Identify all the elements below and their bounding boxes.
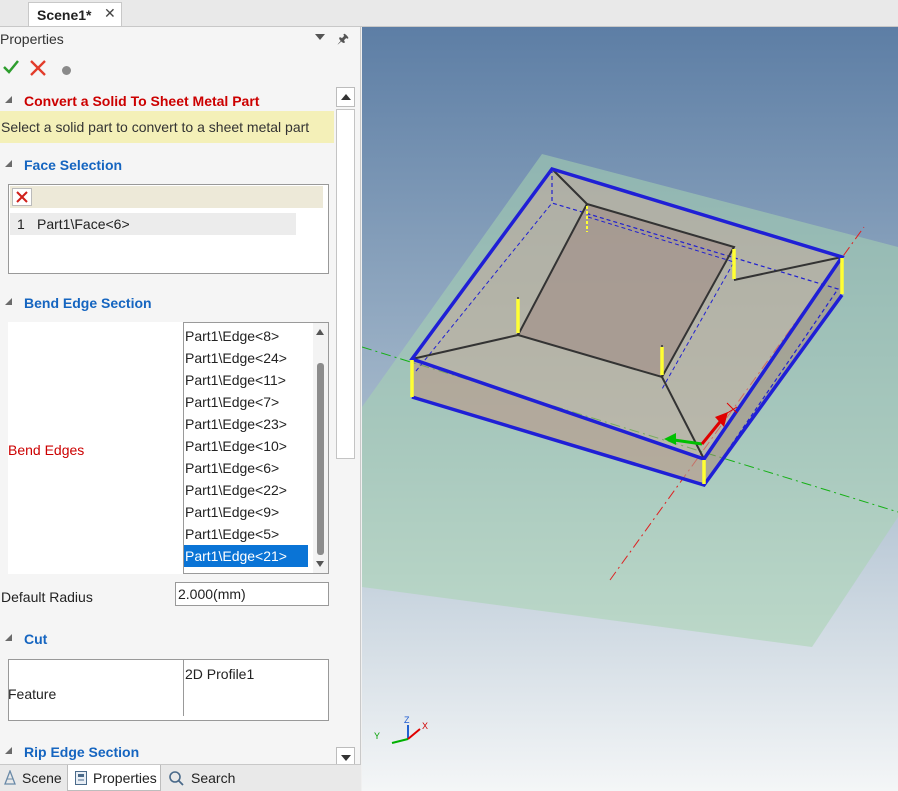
list-item[interactable]: Part1\Edge<8> [184, 325, 308, 347]
default-radius-label: Default Radius [1, 589, 93, 605]
feature-label: Feature [8, 686, 57, 702]
hint-message: Select a solid part to convert to a shee… [0, 111, 334, 143]
section-cut-header[interactable]: Cut [0, 629, 334, 649]
triad-y-label: Y [374, 731, 380, 741]
list-item[interactable]: Part1\Edge<22> [184, 479, 308, 501]
list-item[interactable]: Part1\Edge<11> [184, 369, 308, 391]
row-value: Part1\Face<6> [37, 216, 130, 232]
collapse-triangle-icon [5, 160, 12, 167]
collapse-triangle-icon [5, 747, 12, 754]
preview-dot-icon[interactable] [62, 66, 71, 75]
collapse-triangle-icon [5, 96, 12, 103]
search-icon [169, 771, 184, 786]
tab-properties[interactable]: Properties [67, 765, 161, 791]
delete-icon[interactable] [12, 188, 32, 206]
bottom-tab-bar: Scene Properties Search [0, 764, 361, 791]
feature-value-field[interactable]: 2D Profile1 [183, 660, 323, 716]
list-item[interactable]: Part1\Edge<23> [184, 413, 308, 435]
list-item[interactable]: Part1\Edge<7> [184, 391, 308, 413]
panel-title: Properties [0, 31, 64, 47]
chevron-down-icon[interactable] [316, 561, 324, 567]
face-selection-list[interactable]: 1 Part1\Face<6> [8, 184, 329, 274]
list-item-selected[interactable]: Part1\Edge<21> [184, 545, 308, 567]
document-tab-strip: Scene1* ✕ [0, 0, 898, 27]
chevron-down-icon[interactable] [315, 34, 325, 40]
collapse-triangle-icon [5, 634, 12, 641]
panel-scrollbar[interactable] [336, 87, 357, 769]
list-item[interactable]: 1 Part1\Face<6> [10, 213, 296, 235]
bend-edges-list[interactable]: Part1\Edge<8> Part1\Edge<24> Part1\Edge<… [183, 322, 329, 574]
tab-search[interactable]: Search [164, 765, 244, 791]
3d-viewport[interactable]: Z Y X [362, 27, 898, 791]
list-item[interactable]: Part1\Edge<24> [184, 347, 308, 369]
tab-label: Search [191, 770, 236, 786]
list-item[interactable]: Part1\Edge<5> [184, 523, 308, 545]
bend-edges-label: Bend Edges [8, 442, 85, 458]
scroll-thumb[interactable] [317, 363, 324, 555]
tab-scene1[interactable]: Scene1* ✕ [28, 2, 122, 26]
list-item[interactable]: Part1\Edge<10> [184, 435, 308, 457]
x-icon[interactable] [29, 59, 47, 77]
section-title: Cut [24, 631, 48, 647]
section-face-header[interactable]: Face Selection [0, 155, 334, 175]
section-rip-header[interactable]: Rip Edge Section [0, 742, 334, 762]
scene-icon [4, 770, 16, 785]
properties-icon [75, 771, 87, 785]
section-title: Bend Edge Section [24, 295, 152, 311]
row-index: 1 [17, 216, 25, 232]
section-title: Convert a Solid To Sheet Metal Part [24, 93, 260, 109]
tab-scene[interactable]: Scene [0, 765, 66, 791]
list-scrollbar[interactable] [313, 323, 328, 573]
section-title: Rip Edge Section [24, 744, 140, 760]
viewport-canvas[interactable]: Z Y X [362, 27, 898, 791]
section-convert-header[interactable]: Convert a Solid To Sheet Metal Part [0, 91, 334, 111]
feature-value: 2D Profile1 [185, 666, 255, 682]
section-bend-header[interactable]: Bend Edge Section [0, 293, 334, 313]
properties-panel: Properties 🖈 Convert a Solid To Sheet Me… [0, 27, 361, 791]
default-radius-input[interactable]: 2.000(mm) [175, 582, 329, 606]
scroll-up-button[interactable] [336, 87, 355, 107]
triad-x-label: X [422, 721, 428, 731]
tab-label: Properties [93, 770, 157, 786]
hint-text: Select a solid part to convert to a shee… [1, 119, 310, 135]
triad-z-label: Z [404, 715, 410, 725]
list-item[interactable]: Part1\Edge<9> [184, 501, 308, 523]
close-icon[interactable]: ✕ [104, 6, 118, 20]
pin-icon[interactable]: 🖈 [337, 30, 349, 52]
collapse-triangle-icon [5, 298, 12, 305]
scroll-thumb[interactable] [336, 109, 355, 459]
chevron-up-icon[interactable] [316, 329, 324, 335]
checkmark-icon[interactable] [2, 59, 20, 75]
properties-content: Convert a Solid To Sheet Metal Part Sele… [0, 85, 334, 765]
tab-title: Scene1* [37, 7, 92, 23]
list-item[interactable]: Part1\Edge<6> [184, 457, 308, 479]
tab-label: Scene [22, 770, 62, 786]
section-title: Face Selection [24, 157, 123, 173]
default-radius-row: Default Radius 2.000(mm) [0, 579, 334, 609]
face-list-toolbar [10, 186, 323, 208]
